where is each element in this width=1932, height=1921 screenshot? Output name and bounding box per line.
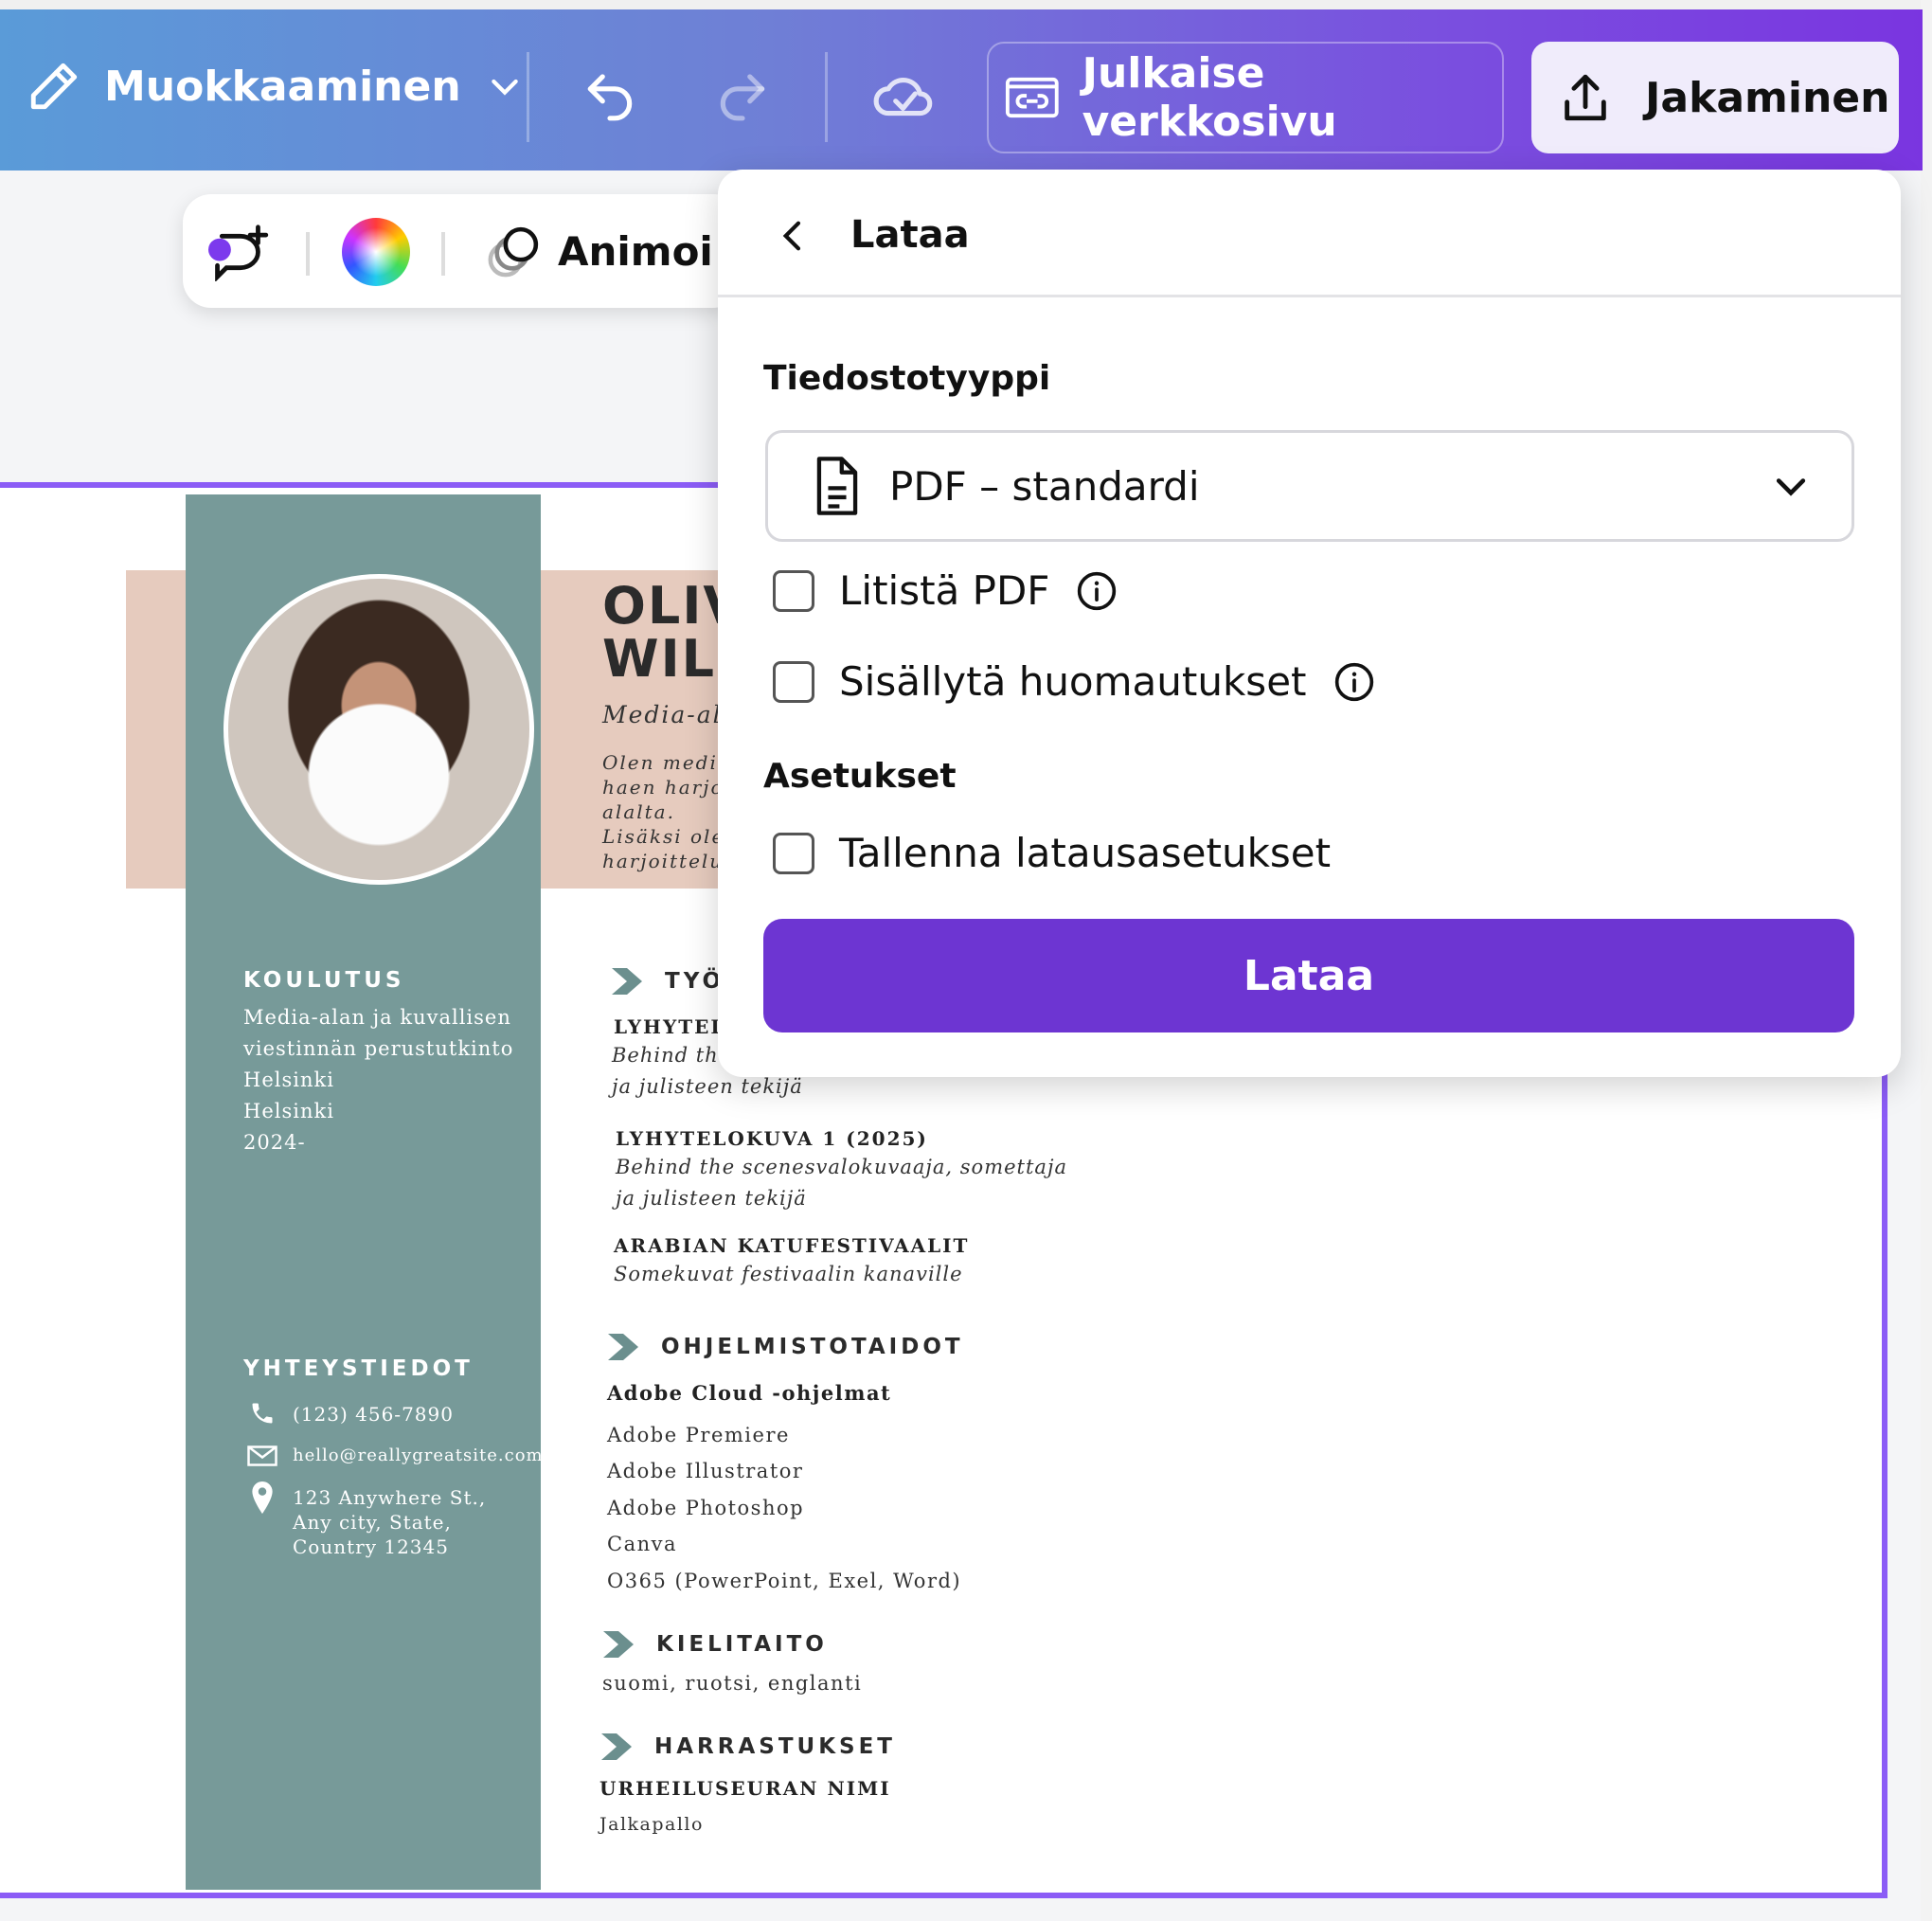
include-notes-option[interactable]: Sisällytä huomautukset (773, 658, 1375, 705)
save-settings-option[interactable]: Tallenna latausasetukset (773, 830, 1331, 876)
download-button[interactable]: Lataa (763, 919, 1854, 1032)
divider (527, 52, 529, 142)
file-type-label: Tiedostotyyppi (763, 359, 1051, 398)
flatten-pdf-label: Litistä PDF (839, 567, 1050, 614)
location-pin-icon (252, 1481, 273, 1514)
save-settings-checkbox[interactable] (773, 832, 814, 874)
software-heading-label: OHJELMISTOTAIDOT (661, 1335, 964, 1359)
software-item[interactable]: Adobe Photoshop (607, 1497, 804, 1519)
job-description-line: Behind the scenesvalokuvaaja, somettaja (616, 1156, 1067, 1178)
publish-website-button[interactable]: Julkaise verkkosivu (987, 42, 1504, 153)
animate-button[interactable]: Animoi (484, 221, 713, 281)
include-notes-label: Sisällytä huomautukset (839, 658, 1307, 705)
chevron-arrow-icon (612, 968, 642, 995)
flatten-pdf-checkbox[interactable] (773, 569, 814, 612)
address-line: Any city, State, (293, 1511, 452, 1534)
contact-phone[interactable]: (123) 456-7890 (293, 1399, 454, 1430)
cloud-saved-icon[interactable] (871, 64, 939, 123)
redo-icon[interactable] (713, 64, 772, 123)
contact-address[interactable]: 123 Anywhere St., Any city, State, Count… (293, 1485, 486, 1559)
info-icon[interactable] (1076, 570, 1118, 612)
job-description[interactable]: Behind the scenesvalokuvaaja, somettaja … (616, 1152, 1067, 1214)
hobbies-heading-label: HARRASTUKSET (654, 1734, 896, 1759)
contact-email[interactable]: hello@reallygreatsite.com (293, 1440, 544, 1471)
education-line: 2024- (243, 1131, 306, 1154)
software-heading[interactable]: OHJELMISTOTAIDOT (608, 1334, 964, 1360)
education-line: viestinnän perustutkinto (243, 1037, 514, 1060)
include-notes-checkbox[interactable] (773, 660, 814, 703)
software-item[interactable]: O365 (PowerPoint, Exel, Word) (607, 1570, 961, 1592)
work-heading-label: TYÖ (665, 969, 725, 994)
top-bar: Muokkaaminen Julkaise verkkosivu Jakamin… (0, 9, 1923, 171)
software-subheading[interactable]: Adobe Cloud -ohjelmat (607, 1381, 891, 1405)
education-line: Helsinki (243, 1068, 334, 1091)
document-icon (816, 457, 858, 515)
divider (825, 52, 828, 142)
job-title[interactable]: LYHYTELOKUVA 1 (2025) (616, 1127, 928, 1150)
flatten-pdf-option[interactable]: Litistä PDF (773, 567, 1118, 614)
share-upload-icon (1565, 74, 1606, 121)
job-description[interactable]: Somekuvat festivaalin kanaville (614, 1259, 963, 1290)
publish-website-label: Julkaise verkkosivu (1082, 49, 1337, 146)
email-icon (247, 1445, 277, 1466)
divider (306, 232, 310, 276)
chevron-arrow-icon (601, 1733, 632, 1760)
file-type-select[interactable]: PDF – standardi (765, 430, 1854, 542)
share-label: Jakaminen (1645, 73, 1890, 122)
undo-icon[interactable] (581, 64, 639, 123)
software-item[interactable]: Adobe Illustrator (607, 1460, 803, 1482)
panel-title: Lataa (850, 213, 970, 257)
animate-label: Animoi (558, 227, 713, 275)
languages-text[interactable]: suomi, ruotsi, englanti (602, 1672, 862, 1695)
hobbies-heading[interactable]: HARRASTUKSET (601, 1733, 896, 1760)
element-toolbar: Animoi (183, 194, 742, 308)
phone-icon (252, 1403, 273, 1424)
chevron-down-icon (491, 79, 518, 96)
profile-photo[interactable] (224, 574, 534, 885)
address-line: 123 Anywhere St., (293, 1486, 487, 1509)
work-heading[interactable]: TYÖ (612, 968, 724, 995)
website-link-icon (1005, 77, 1059, 118)
file-type-value: PDF – standardi (889, 462, 1200, 510)
chevron-down-icon (1776, 478, 1806, 496)
education-line: Media-alan ja kuvallisen (243, 1006, 511, 1029)
download-panel: Lataa Tiedostotyyppi PDF – standardi Lit… (718, 170, 1901, 1077)
education-text[interactable]: Media-alan ja kuvallisen viestinnän peru… (243, 1002, 513, 1158)
job-description-line: ja julisteen tekijä (616, 1187, 807, 1210)
settings-label: Asetukset (763, 757, 957, 796)
languages-heading-label: KIELITAITO (656, 1632, 828, 1657)
edit-mode-label: Muokkaaminen (104, 62, 461, 111)
color-picker-icon[interactable] (342, 218, 410, 286)
animate-icon (488, 226, 539, 278)
contact-heading[interactable]: YHTEYSTIEDOT (243, 1356, 474, 1381)
software-item[interactable]: Adobe Premiere (607, 1424, 790, 1446)
divider (441, 232, 445, 276)
hobby-club[interactable]: URHEILUSEURAN NIMI (599, 1777, 891, 1800)
hobby-sport[interactable]: Jalkapallo (599, 1814, 704, 1835)
save-settings-label: Tallenna latausasetukset (839, 830, 1332, 876)
back-chevron-icon[interactable] (775, 215, 813, 257)
education-heading[interactable]: KOULUTUS (243, 968, 404, 993)
scrollbar[interactable] (1921, 0, 1932, 1921)
share-button[interactable]: Jakaminen (1531, 42, 1899, 153)
chevron-arrow-icon (608, 1334, 638, 1360)
languages-heading[interactable]: KIELITAITO (603, 1631, 828, 1658)
address-line: Country 12345 (293, 1535, 449, 1558)
job-title[interactable]: ARABIAN KATUFESTIVAALIT (614, 1234, 969, 1257)
top-strip (0, 0, 1932, 9)
chevron-arrow-icon (603, 1631, 634, 1658)
info-icon[interactable] (1333, 661, 1375, 703)
edit-mode-menu[interactable]: Muokkaaminen (27, 59, 524, 114)
add-comment-icon[interactable] (204, 223, 272, 281)
pencil-icon (30, 63, 78, 110)
education-line: Helsinki (243, 1100, 334, 1122)
software-item[interactable]: Canva (607, 1533, 677, 1555)
panel-header: Lataa (718, 170, 1901, 297)
